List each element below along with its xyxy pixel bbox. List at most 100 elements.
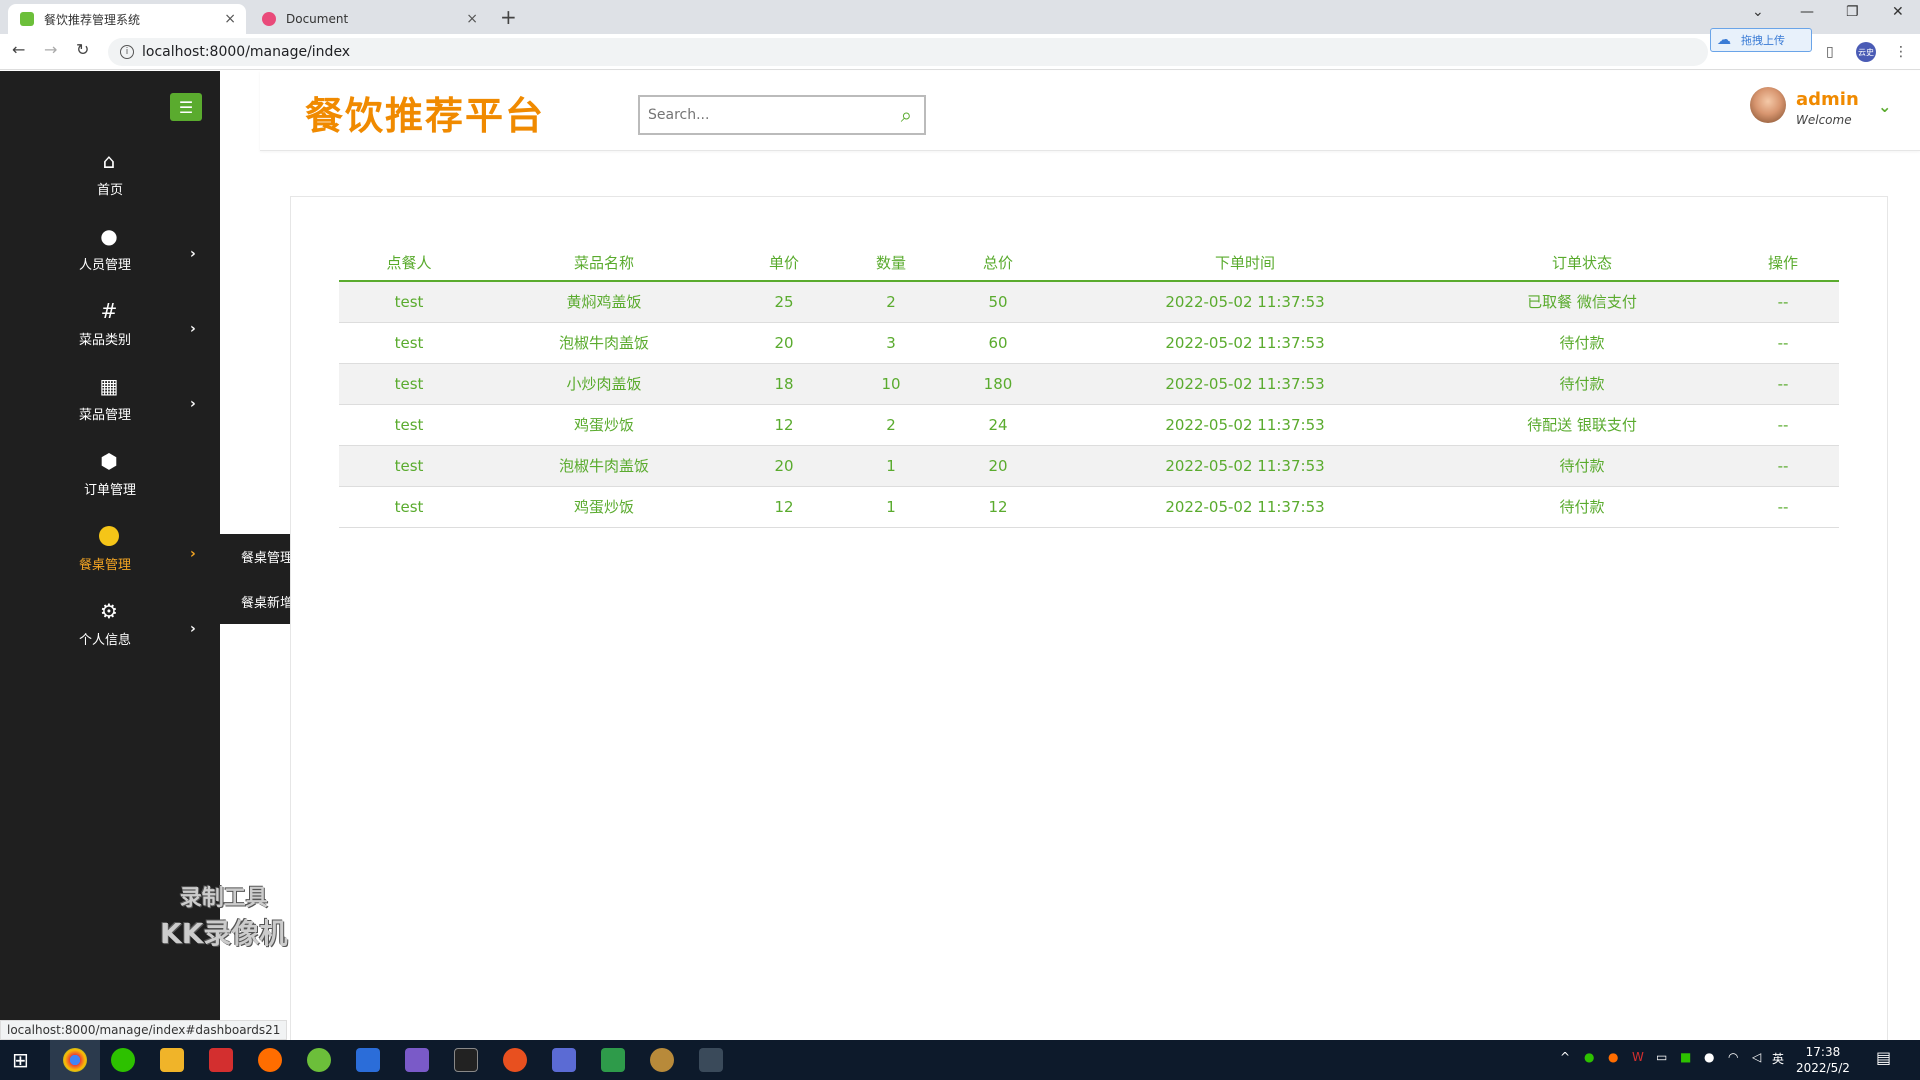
tray-device-icon[interactable]: ▭ xyxy=(1656,1050,1667,1064)
new-tab-button[interactable]: + xyxy=(500,5,517,29)
tools-app-icon[interactable] xyxy=(699,1048,723,1072)
hash-icon: # xyxy=(100,299,118,323)
cell-action[interactable]: -- xyxy=(1727,281,1839,323)
tray-wps-icon[interactable]: W xyxy=(1632,1050,1644,1064)
cell-dish: 黄焖鸡盖饭 xyxy=(479,281,729,323)
watermark-line2: KK录像机 xyxy=(160,917,288,950)
cell-action[interactable]: -- xyxy=(1727,445,1839,487)
cell-time: 2022-05-02 11:37:53 xyxy=(1053,445,1437,487)
menu-toggle-button[interactable]: ☰ xyxy=(170,93,202,121)
browser-toolbar: ← → ↻ i localhost:8000/manage/index xyxy=(0,34,1920,70)
back-icon[interactable]: ← xyxy=(12,40,25,59)
forward-icon[interactable]: → xyxy=(44,40,57,59)
cell-action[interactable]: -- xyxy=(1727,322,1839,364)
url-text: localhost:8000/manage/index xyxy=(142,44,351,60)
sidebar-item-orders[interactable]: ⬢ 订单管理 xyxy=(0,449,220,509)
cell-action[interactable]: -- xyxy=(1727,363,1839,405)
tray-wechat-icon[interactable]: ● xyxy=(1584,1050,1594,1064)
cloud-app-icon[interactable] xyxy=(356,1048,380,1072)
recorder-app-icon[interactable] xyxy=(503,1048,527,1072)
search-icon[interactable]: ⌕ xyxy=(901,103,912,127)
ime-indicator[interactable]: 英 xyxy=(1772,1050,1784,1067)
col-header: 数量 xyxy=(839,245,943,282)
upload-label: 拖拽上传 xyxy=(1741,34,1785,47)
col-header: 菜品名称 xyxy=(479,245,729,282)
tray-qq-icon[interactable]: ● xyxy=(1704,1050,1714,1064)
sidebar-item-label: 个人信息 xyxy=(78,633,131,648)
close-window-icon[interactable]: ✕ xyxy=(1892,4,1904,20)
cell-qty: 2 xyxy=(839,281,943,323)
avatar xyxy=(1750,87,1786,123)
chevron-right-icon: › xyxy=(190,396,196,412)
cell-time: 2022-05-02 11:37:53 xyxy=(1053,322,1437,364)
reload-icon[interactable]: ↻ xyxy=(76,40,89,59)
wechat-icon[interactable] xyxy=(111,1048,135,1072)
file-explorer-icon[interactable] xyxy=(160,1048,184,1072)
wps-icon[interactable] xyxy=(209,1048,233,1072)
cell-orderer: test xyxy=(339,404,479,446)
cell-total: 180 xyxy=(943,363,1053,405)
search-input[interactable] xyxy=(648,107,878,123)
tab-document[interactable]: Document × xyxy=(250,4,488,34)
menu-kebab-icon[interactable]: ⋮ xyxy=(1894,44,1908,60)
cell-orderer: test xyxy=(339,363,479,405)
sidebar-item-tables[interactable]: 餐桌管理 › xyxy=(0,524,220,584)
site-info-icon[interactable]: i xyxy=(120,45,134,59)
profile-avatar[interactable]: 云史 xyxy=(1856,42,1876,62)
photos-icon[interactable] xyxy=(552,1048,576,1072)
tab-main[interactable]: 餐饮推荐管理系统 × xyxy=(8,4,246,34)
minimize-icon[interactable]: — xyxy=(1800,4,1814,20)
chevron-down-icon[interactable]: ⌄ xyxy=(1878,97,1891,116)
address-bar[interactable]: i localhost:8000/manage/index xyxy=(108,38,1708,66)
cell-status: 待配送 银联支付 xyxy=(1437,404,1727,446)
upload-widget[interactable]: ☁ 拖拽上传 xyxy=(1710,28,1812,52)
table-row: test 小炒肉盖饭 18 10 180 2022-05-02 11:37:53… xyxy=(339,363,1839,405)
windows-taskbar: ⊞ ^ ● ● W ▭ ■ ● ◠ ◁ 英 17:38 2022/5/2 ▤ xyxy=(0,1040,1920,1080)
cell-orderer: test xyxy=(339,486,479,528)
notification-icon[interactable]: ▤ xyxy=(1876,1048,1891,1067)
terminal-icon[interactable] xyxy=(454,1048,478,1072)
cell-time: 2022-05-02 11:37:53 xyxy=(1053,404,1437,446)
wifi-icon[interactable]: ◠ xyxy=(1728,1050,1738,1064)
sidebar-item-profile[interactable]: ⚙ 个人信息 › xyxy=(0,599,220,659)
tab-close-icon[interactable]: × xyxy=(224,11,236,27)
sidebar-item-label: 首页 xyxy=(96,183,123,198)
sidebar-item-label: 订单管理 xyxy=(83,483,136,498)
tab-close-icon[interactable]: × xyxy=(466,11,478,27)
table-row: test 泡椒牛肉盖饭 20 1 20 2022-05-02 11:37:53 … xyxy=(339,445,1839,487)
cell-time: 2022-05-02 11:37:53 xyxy=(1053,281,1437,323)
sidepanel-icon[interactable]: ▯ xyxy=(1826,44,1834,60)
taskbar-clock[interactable]: 17:38 2022/5/2 xyxy=(1796,1044,1850,1076)
tray-search-icon[interactable]: ● xyxy=(1608,1050,1618,1064)
sidebar-item-categories[interactable]: # 菜品类别 › xyxy=(0,299,220,359)
sidebar-item-home[interactable]: ⌂ 首页 xyxy=(0,149,220,209)
tray-expand-icon[interactable]: ^ xyxy=(1560,1050,1570,1064)
cell-dish: 小炒肉盖饭 xyxy=(479,363,729,405)
game-app-icon[interactable] xyxy=(405,1048,429,1072)
sidebar-item-users[interactable]: ● 人员管理 › xyxy=(0,224,220,284)
sidebar-item-dishes[interactable]: ▦ 菜品管理 › xyxy=(0,374,220,434)
cell-action[interactable]: -- xyxy=(1727,404,1839,446)
volume-icon[interactable]: ◁ xyxy=(1752,1050,1761,1064)
cell-price: 12 xyxy=(729,404,839,446)
search-app-icon[interactable] xyxy=(258,1048,282,1072)
cell-total: 12 xyxy=(943,486,1053,528)
tray-green-icon[interactable]: ■ xyxy=(1680,1050,1691,1064)
restore-icon[interactable]: ❐ xyxy=(1846,4,1859,20)
green-app-icon[interactable] xyxy=(307,1048,331,1072)
cell-time: 2022-05-02 11:37:53 xyxy=(1053,363,1437,405)
browser-tabbar: 餐饮推荐管理系统 × Document × + ⌄ — ❐ ✕ xyxy=(0,0,1920,34)
windows-start-icon[interactable]: ⊞ xyxy=(12,1048,36,1072)
tab-title: Document xyxy=(286,12,349,26)
cell-price: 25 xyxy=(729,281,839,323)
chevron-right-icon: › xyxy=(190,321,196,337)
tab-search-icon[interactable]: ⌄ xyxy=(1752,4,1764,20)
chrome-icon[interactable] xyxy=(63,1048,87,1072)
spreadsheet-icon[interactable] xyxy=(601,1048,625,1072)
user-welcome: Welcome xyxy=(1796,113,1852,127)
cell-action[interactable]: -- xyxy=(1727,486,1839,528)
table-header-row: 点餐人 菜品名称 单价 数量 总价 下单时间 订单状态 操作 xyxy=(339,245,1839,282)
clock-time: 17:38 xyxy=(1805,1045,1841,1059)
coin-app-icon[interactable] xyxy=(650,1048,674,1072)
user-name: admin xyxy=(1796,89,1859,110)
